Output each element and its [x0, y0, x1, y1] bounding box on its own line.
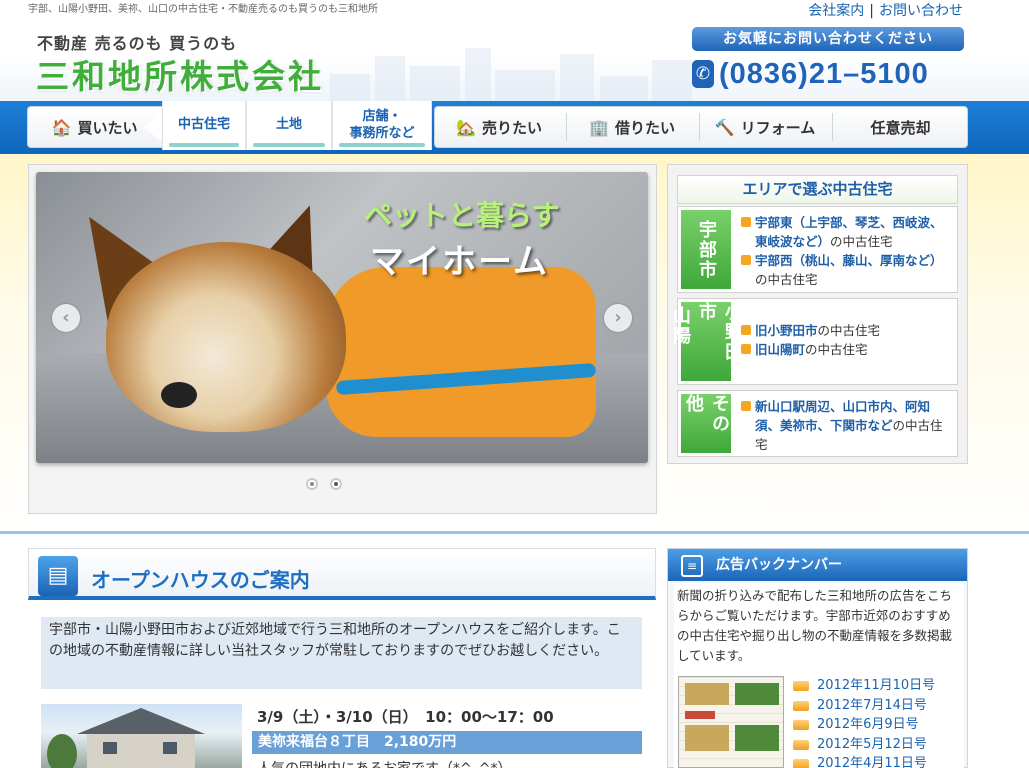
photo-house-window [103, 742, 117, 754]
open-house-title: オープンハウスのご案内 [91, 568, 310, 592]
nav-sell[interactable]: 🏡 売りたい [434, 106, 564, 148]
slide-dog-shirt [326, 267, 596, 437]
area-panel-title: エリアで選ぶ中古住宅 [677, 175, 958, 204]
nav-reform[interactable]: 🔨 リフォーム [700, 106, 830, 148]
photo-house-roof [77, 708, 205, 734]
house-yellow-icon: 🏡 [456, 117, 476, 137]
nav-arrow-notch [143, 113, 161, 141]
site-header: 宇部、山陽小野田、美祢、山口の中古住宅・不動産売るのも買うのも三和地所 不動産 … [0, 0, 1029, 103]
area-label-col: 小野田市 [696, 302, 743, 362]
area-link-suffix: の中古住宅 [817, 323, 881, 338]
area-link-name: 宇部西（桃山、藤山、厚南など） [755, 253, 943, 268]
contact-link[interactable]: お問い合わせ [879, 3, 963, 19]
open-house-property[interactable]: 美祢来福台８丁目 2,180万円 [252, 731, 642, 754]
photo-tree [47, 734, 77, 768]
area-row-ube: 宇部市 宇部東（上宇部、琴芝、西岐波、東岐波など）の中古住宅 宇部西（桃山、藤山… [677, 206, 958, 293]
flyer-block [735, 725, 779, 751]
photo-house-window [163, 742, 177, 754]
area-link[interactable]: 宇部東（上宇部、琴芝、西岐波、東岐波など）の中古住宅 [741, 213, 951, 251]
phone-number: (0836)21–5100 [719, 57, 929, 90]
newspaper-icon: ≡ [681, 555, 703, 577]
area-row-sanyo-onoda: 山陽 小野田市 旧小野田市の中古住宅 旧山陽町の中古住宅 [670, 298, 958, 385]
utility-links: 会社案内 | お問い合わせ [808, 0, 963, 20]
contact-banner[interactable]: お気軽にお問い合わせください [692, 27, 964, 51]
area-label-col: 山陽 [670, 306, 691, 346]
area-label-other[interactable]: その他 [681, 394, 731, 453]
tools-icon: 🔨 [714, 117, 735, 137]
slider-next-button[interactable]: › [604, 304, 632, 332]
slider-pagination [306, 478, 342, 490]
area-links-sanyo-onoda: 旧小野田市の中古住宅 旧山陽町の中古住宅 [741, 321, 951, 359]
house-icon: 🏠 [51, 117, 72, 137]
area-links-other: 新山口駅周辺、山口市内、阿知須、美祢市、下関市などの中古住宅 [741, 397, 951, 454]
flyer-block [685, 683, 729, 705]
ad-issue-link[interactable]: 2012年7月14日号 [793, 696, 935, 716]
flyer-block [685, 725, 729, 751]
slider-dot-1[interactable] [306, 478, 318, 490]
nav-sub-used-house[interactable]: 中古住宅 [162, 101, 246, 150]
skyline-decoration [330, 42, 700, 103]
area-link-name: 旧小野田市 [755, 323, 818, 338]
slider-dot-2[interactable] [330, 478, 342, 490]
open-house-icon: ▤ [38, 556, 78, 596]
slide-caption-line2: マイホーム [370, 242, 549, 282]
slide-dog-head [106, 242, 346, 432]
ad-backnumber-title: 広告バックナンバー [668, 549, 967, 581]
area-link[interactable]: 宇部西（桃山、藤山、厚南など） の中古住宅 [741, 251, 951, 289]
ad-flyer-thumbnail[interactable] [678, 676, 784, 768]
link-separator: | [869, 3, 874, 19]
flyer-block [735, 683, 779, 705]
nav-rent[interactable]: 🏢 借りたい [567, 106, 697, 148]
area-link-suffix: の中古住宅 [755, 272, 818, 287]
area-label-ube[interactable]: 宇部市 [681, 210, 731, 289]
slider-prev-button[interactable]: ‹ [52, 304, 80, 332]
nav-rent-label: 借りたい [614, 118, 675, 137]
area-row-other: その他 新山口駅周辺、山口市内、阿知須、美祢市、下関市などの中古住宅 [677, 390, 958, 457]
phone-icon: ✆ [692, 60, 714, 88]
open-house-description: 人気の団地内にあるお家です（*^_^*） [257, 758, 511, 768]
nav-buy[interactable]: 🏠 買いたい [27, 106, 162, 148]
ad-issue-list: 2012年11月10日号 2012年7月14日号 2012年6月9日号 2012… [793, 676, 935, 768]
ad-issue-link[interactable]: 2012年4月11日号 [793, 754, 935, 768]
ad-issue-link[interactable]: 2012年11月10日号 [793, 676, 935, 696]
nav-reform-label: リフォーム [740, 118, 816, 137]
nav-sell-label: 売りたい [481, 118, 542, 137]
ad-issue-link[interactable]: 2012年6月9日号 [793, 715, 935, 735]
ad-backnumber-text: 新聞の折り込みで配布した三和地所の広告をこちらからご覧いただけます。宇部市近郊の… [677, 588, 953, 663]
open-house-intro: 宇部市・山陽小野田市および近郊地域で行う三和地所のオープンハウスをご紹介します。… [41, 617, 642, 689]
nav-sub-land[interactable]: 土地 [246, 101, 332, 150]
area-link-suffix: の中古住宅 [805, 342, 868, 357]
building-icon: 🏢 [589, 117, 609, 137]
phone-number-block: ✆ (0836)21–5100 [692, 56, 929, 92]
area-link-suffix: の中古住宅 [830, 234, 893, 249]
area-link-name: 旧山陽町 [755, 342, 806, 357]
main-nav: 🏠 買いたい 中古住宅 土地 店舗・ 事務所など 🏡 売りたい 🏢 借りたい 🔨 リフォ… [0, 101, 1029, 154]
open-house-date: 3/9（土）・3/10（日） 10：00～17：00 [257, 708, 554, 726]
area-link[interactable]: 旧山陽町の中古住宅 [741, 340, 951, 359]
site-tagline: 宇部、山陽小野田、美祢、山口の中古住宅・不動産売るのも買うのも三和地所 [28, 4, 378, 15]
company-logo[interactable]: 三和地所株式会社 [36, 50, 324, 98]
nav-sub-store-office[interactable]: 店舗・ 事務所など [332, 101, 432, 150]
nav-buy-label: 買いたい [77, 118, 138, 137]
area-link[interactable]: 新山口駅周辺、山口市内、阿知須、美祢市、下関市などの中古住宅 [741, 397, 951, 454]
flyer-block [685, 711, 715, 719]
area-link[interactable]: 旧小野田市の中古住宅 [741, 321, 951, 340]
nav-voluntary-sale[interactable]: 任意売却 [833, 106, 968, 148]
area-links-ube: 宇部東（上宇部、琴芝、西岐波、東岐波など）の中古住宅 宇部西（桃山、藤山、厚南な… [741, 213, 951, 289]
nav-voluntary-sale-label: 任意売却 [870, 118, 931, 137]
open-house-photo[interactable] [41, 704, 242, 768]
company-info-link[interactable]: 会社案内 [808, 3, 864, 19]
slide-caption-line1: ペットと暮らす [364, 199, 560, 232]
area-label-sanyo-onoda[interactable]: 山陽 小野田市 [670, 302, 743, 381]
ad-issue-link[interactable]: 2012年5月12日号 [793, 735, 935, 755]
slide-dog-nose [161, 382, 197, 408]
